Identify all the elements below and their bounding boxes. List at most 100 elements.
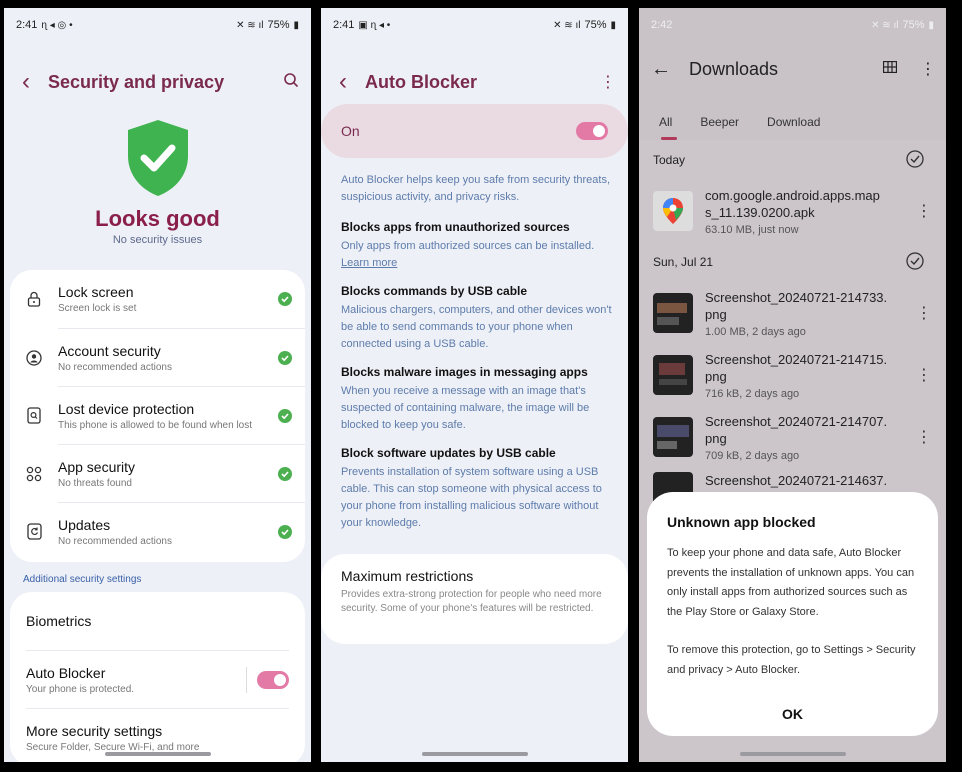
status-bar: 2:42 ✕ ≋ ıl 75% ▮ [639, 8, 946, 42]
battery-icon: ▮ [293, 19, 299, 31]
home-indicator[interactable] [104, 752, 211, 756]
select-all-icon[interactable] [906, 251, 924, 273]
tab-download[interactable]: Download [767, 104, 820, 140]
feature-desc: Prevents installation of system software… [341, 466, 602, 529]
status-bar: 2:41 ▣ ɳ ◂ • ✕ ≋ ıl 75% ▮ [321, 8, 628, 42]
feature-title: Blocks apps from unauthorized sources [341, 220, 570, 234]
feature-title: Block software updates by USB cable [341, 446, 556, 460]
back-icon[interactable]: ‹ [321, 68, 365, 96]
file-meta: 1.00 MB, 2 days ago [705, 325, 806, 338]
feature-title: Blocks commands by USB cable [341, 284, 528, 298]
item-subtitle: No threats found [58, 477, 132, 489]
learn-more-link[interactable]: Learn more [341, 257, 397, 269]
status-time: 2:41 [16, 19, 38, 31]
unknown-app-blocked-dialog: Unknown app blocked To keep your phone a… [647, 492, 938, 736]
list-item[interactable]: Screenshot_20240721-214733. png 1.00 MB, … [639, 282, 946, 344]
maximum-restrictions-item[interactable]: Maximum restrictions Provides extra-stro… [321, 554, 628, 644]
file-meta: 63.10 MB, just now [705, 223, 799, 236]
lock-icon [10, 291, 58, 307]
check-icon [265, 292, 305, 306]
list-item[interactable]: com.google.android.apps.map s_11.139.0200… [639, 180, 946, 242]
downloads-screen: 2:42 ✕ ≋ ıl 75% ▮ ← Downloads ⋮ All Beep… [639, 8, 946, 762]
list-item-account-security[interactable]: Account security No recommended actions [26, 328, 305, 386]
list-item-auto-blocker[interactable]: Auto Blocker Your phone is protected. [26, 650, 289, 708]
find-device-icon [10, 407, 58, 424]
feature-block: Blocks apps from unauthorized sources On… [341, 220, 612, 272]
item-title: Account security [58, 342, 161, 359]
status-time: 2:41 [333, 19, 355, 31]
status-subtitle: No security issues [112, 234, 203, 246]
tab-all[interactable]: All [659, 104, 678, 140]
feature-title: Blocks malware images in messaging apps [341, 365, 588, 379]
divider [246, 666, 247, 693]
item-title: Auto Blocker [26, 664, 106, 681]
auto-blocker-master-switch[interactable]: On [321, 104, 628, 158]
item-subtitle: Provides extra-strong protection for peo… [341, 589, 602, 614]
file-name: Screenshot_20240721-214715. [705, 351, 888, 367]
item-title: App security [58, 458, 136, 475]
list-item-updates[interactable]: Updates No recommended actions [26, 502, 305, 560]
feature-desc: Malicious chargers, computers, and other… [341, 304, 612, 350]
feature-block: Blocks commands by USB cable Malicious c… [341, 284, 612, 353]
update-icon [10, 523, 58, 540]
back-arrow-icon[interactable]: ← [639, 58, 683, 81]
ok-button[interactable]: OK [647, 706, 938, 722]
list-item-biometrics[interactable]: Biometrics [10, 592, 305, 650]
filter-tabs: All Beeper Download [639, 104, 946, 140]
more-options-icon[interactable]: ⋮ [910, 59, 946, 79]
shield-check-icon [4, 118, 311, 206]
file-name-cont: s_11.139.0200.apk [705, 204, 815, 220]
additional-settings-card: Biometrics Auto Blocker Your phone is pr… [10, 592, 305, 762]
feature-description: Auto Blocker helps keep you safe from se… [341, 172, 612, 544]
notification-icons: ɳ ◂ ◎ • [41, 19, 73, 31]
list-item-lost-device[interactable]: Lost device protection This phone is all… [27, 386, 305, 444]
more-options-icon[interactable]: ⋮ [912, 365, 936, 385]
check-icon [265, 466, 305, 481]
apps-icon [10, 466, 58, 482]
switch-label: On [341, 123, 360, 139]
header: ‹ Security and privacy [4, 64, 311, 100]
grid-view-icon[interactable] [870, 60, 910, 78]
screenshot-thumb [653, 293, 693, 333]
check-icon [265, 524, 305, 539]
file-meta: 709 kB, 2 days ago [705, 449, 800, 462]
file-meta: 716 kB, 2 days ago [705, 387, 800, 400]
more-options-icon[interactable]: ⋮ [912, 303, 936, 323]
file-name: com.google.android.apps.map [705, 187, 880, 203]
select-all-icon[interactable] [906, 149, 924, 171]
feature-desc: Only apps from authorized sources can be… [341, 240, 595, 252]
dialog-body: To keep your phone and data safe, Auto B… [667, 547, 915, 618]
maps-icon [653, 191, 693, 231]
more-options-icon[interactable]: ⋮ [912, 427, 936, 447]
auto-blocker-toggle[interactable] [576, 122, 608, 140]
item-title: More security settings [26, 722, 163, 739]
home-indicator[interactable] [421, 752, 528, 756]
item-subtitle: No recommended actions [58, 361, 172, 373]
item-subtitle: This phone is allowed to be found when l… [58, 419, 253, 431]
auto-blocker-screen: 2:41 ▣ ɳ ◂ • ✕ ≋ ıl 75% ▮ ‹ Auto Blocker… [321, 8, 628, 762]
status-title: Looks good [95, 206, 220, 231]
list-item-app-security[interactable]: App security No threats found [26, 444, 305, 502]
file-name: Screenshot_20240721-214637. [705, 473, 888, 488]
auto-blocker-toggle[interactable] [257, 670, 289, 689]
item-subtitle: Screen lock is set [58, 303, 137, 314]
file-name-cont: png [705, 306, 727, 322]
search-icon[interactable] [271, 72, 311, 93]
page-title: Downloads [689, 58, 779, 79]
back-icon[interactable]: ‹ [4, 68, 48, 96]
list-item-lock-screen[interactable]: Lock screen Screen lock is set [10, 270, 305, 328]
status-time: 2:42 [651, 19, 673, 31]
more-options-icon[interactable]: ⋮ [588, 72, 628, 92]
battery-icon: ▮ [928, 19, 934, 31]
page-title: Auto Blocker [365, 71, 478, 92]
home-indicator[interactable] [739, 752, 846, 756]
more-options-icon[interactable]: ⋮ [912, 201, 936, 221]
file-name: Screenshot_20240721-214707. [705, 413, 888, 429]
tab-beeper[interactable]: Beeper [700, 104, 739, 140]
item-subtitle: No recommended actions [58, 535, 172, 547]
list-item[interactable]: Screenshot_20240721-214715. png 716 kB, 2… [639, 344, 946, 406]
page-title: Security and privacy [48, 71, 225, 92]
list-item[interactable]: Screenshot_20240721-214707. png 709 kB, 2… [639, 406, 946, 468]
status-bar: 2:41 ɳ ◂ ◎ • ✕ ≋ ıl 75% ▮ [4, 8, 311, 42]
notification-icons: ▣ ɳ ◂ • [358, 19, 391, 31]
